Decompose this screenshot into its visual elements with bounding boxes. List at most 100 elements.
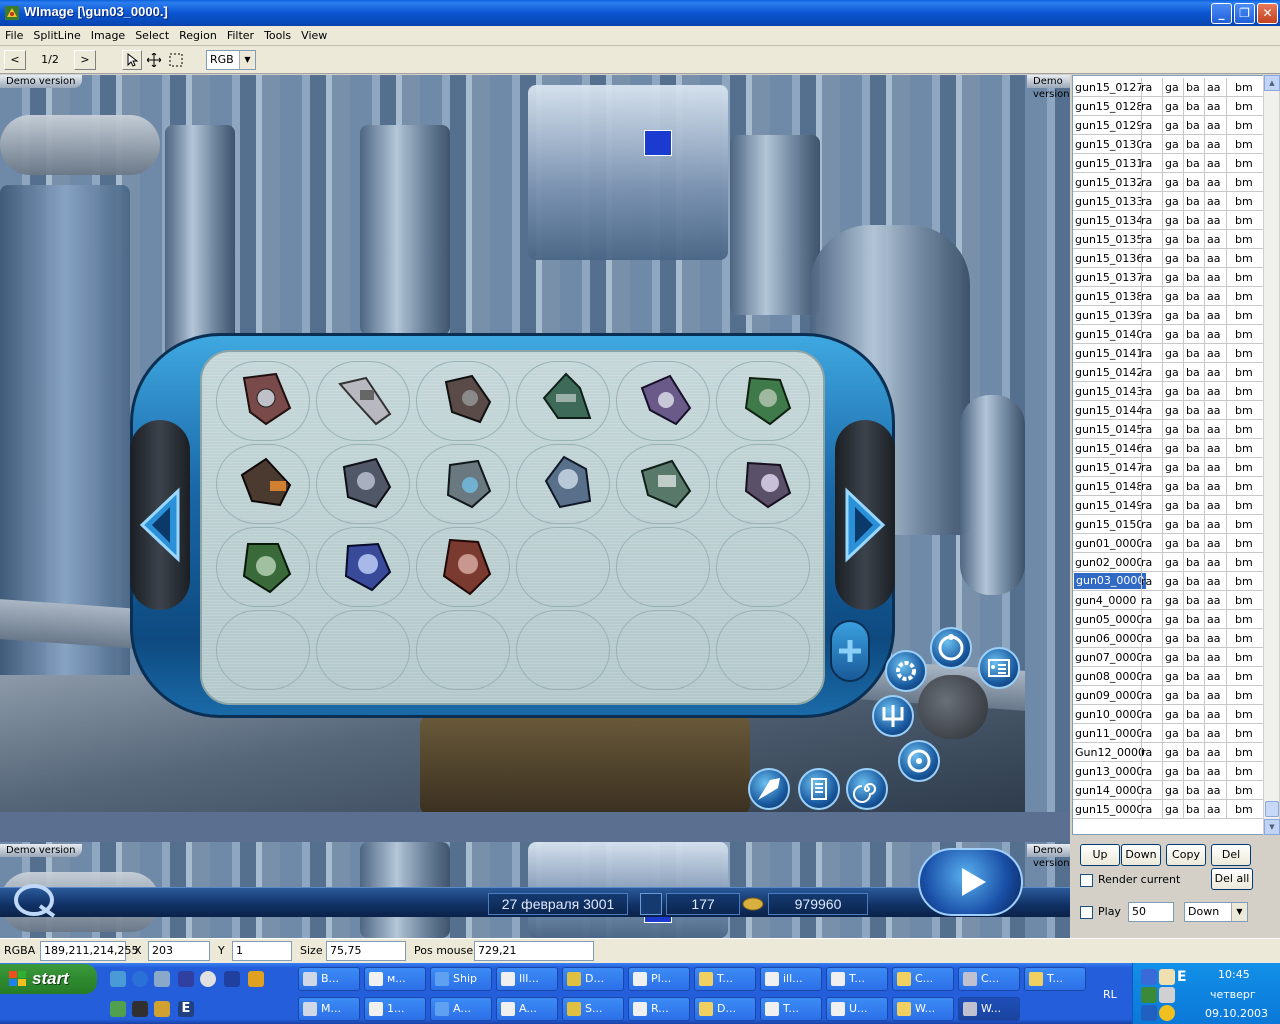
list-cell-ba[interactable]: ba: [1186, 480, 1200, 493]
list-cell-bm[interactable]: bm: [1235, 594, 1253, 607]
list-cell-aa[interactable]: aa: [1207, 670, 1220, 683]
list-cell-ra[interactable]: ra: [1141, 518, 1152, 531]
list-cell-bm[interactable]: bm: [1235, 195, 1253, 208]
list-cell-ra[interactable]: ra: [1141, 119, 1152, 132]
tray-icon[interactable]: [1159, 987, 1175, 1003]
taskbar-button[interactable]: W...: [958, 997, 1020, 1021]
weapon-slot-empty[interactable]: [316, 610, 410, 690]
list-item[interactable]: gun15_0138 ra ga ba aa bm: [1073, 287, 1263, 306]
list-cell-bm[interactable]: bm: [1235, 651, 1253, 664]
list-cell-ga[interactable]: ga: [1165, 803, 1179, 816]
list-cell-aa[interactable]: aa: [1207, 328, 1220, 341]
tray-icon[interactable]: [1159, 1005, 1175, 1021]
weapon-slot[interactable]: [516, 444, 610, 524]
list-cell-bm[interactable]: bm: [1235, 423, 1253, 436]
list-cell-ga[interactable]: ga: [1165, 746, 1179, 759]
list-cell-ba[interactable]: ba: [1186, 765, 1200, 778]
list-cell-ba[interactable]: ba: [1186, 632, 1200, 645]
list-cell-ra[interactable]: ra: [1141, 556, 1152, 569]
start-button[interactable]: start: [0, 964, 97, 994]
list-item[interactable]: gun15_0128 ra ga ba aa bm: [1073, 97, 1263, 116]
list-cell-ga[interactable]: ga: [1165, 328, 1179, 341]
list-cell-ra[interactable]: ra: [1141, 404, 1152, 417]
list-cell-bm[interactable]: bm: [1235, 442, 1253, 455]
weapon-slot-empty[interactable]: [516, 527, 610, 607]
list-cell-ba[interactable]: ba: [1186, 157, 1200, 170]
list-cell-bm[interactable]: bm: [1235, 461, 1253, 474]
weapon-slot[interactable]: [416, 444, 510, 524]
taskbar-button[interactable]: Ship: [430, 967, 492, 991]
copy-button[interactable]: Copy: [1166, 844, 1206, 866]
weapon-slot[interactable]: [216, 361, 310, 441]
quicklaunch-icon[interactable]: [200, 971, 216, 987]
word-icon[interactable]: [224, 971, 240, 987]
list-cell-ra[interactable]: ra: [1141, 499, 1152, 512]
list-cell-aa[interactable]: aa: [1207, 708, 1220, 721]
list-cell-bm[interactable]: bm: [1235, 632, 1253, 645]
taskbar-button[interactable]: T...: [826, 967, 888, 991]
list-cell-aa[interactable]: aa: [1207, 366, 1220, 379]
scroll-up-icon[interactable]: ▲: [1264, 75, 1280, 91]
list-cell-ba[interactable]: ba: [1186, 651, 1200, 664]
taskbar-button[interactable]: Pl...: [628, 967, 690, 991]
list-item[interactable]: gun15_0131 ra ga ba aa bm: [1073, 154, 1263, 173]
list-cell-aa[interactable]: aa: [1207, 119, 1220, 132]
taskbar-button[interactable]: 1...: [364, 997, 426, 1021]
list-cell-ba[interactable]: ba: [1186, 100, 1200, 113]
list-cell-ga[interactable]: ga: [1165, 81, 1179, 94]
taskbar-button[interactable]: ill...: [760, 967, 822, 991]
list-cell-ba[interactable]: ba: [1186, 271, 1200, 284]
list-cell-ra[interactable]: ra: [1141, 594, 1152, 607]
list-cell-ra[interactable]: ra: [1141, 632, 1152, 645]
list-cell-ra[interactable]: ra: [1141, 803, 1152, 816]
list-cell-ra[interactable]: ra: [1141, 575, 1152, 588]
list-cell-ga[interactable]: ga: [1165, 651, 1179, 664]
list-cell-aa[interactable]: aa: [1207, 480, 1220, 493]
play-checkbox[interactable]: [1080, 906, 1093, 919]
weapon-slot-empty[interactable]: [616, 527, 710, 607]
list-cell-ba[interactable]: ba: [1186, 290, 1200, 303]
list-cell-ra[interactable]: ra: [1141, 81, 1152, 94]
taskbar-button[interactable]: R...: [628, 997, 690, 1021]
arrow-left-icon[interactable]: [136, 485, 186, 565]
quicklaunch-icon[interactable]: [248, 971, 264, 987]
taskbar-button[interactable]: A...: [496, 997, 558, 1021]
list-cell-ba[interactable]: ba: [1186, 385, 1200, 398]
list-cell-aa[interactable]: aa: [1207, 252, 1220, 265]
quicklaunch-icon[interactable]: [154, 1001, 170, 1017]
list-cell-ga[interactable]: ga: [1165, 670, 1179, 683]
quicklaunch-icon[interactable]: [178, 971, 194, 987]
list-cell-bm[interactable]: bm: [1235, 214, 1253, 227]
list-cell-aa[interactable]: aa: [1207, 214, 1220, 227]
weapon-slot[interactable]: [216, 527, 310, 607]
list-cell-bm[interactable]: bm: [1235, 100, 1253, 113]
list-cell-ga[interactable]: ga: [1165, 575, 1179, 588]
list-cell-bm[interactable]: bm: [1235, 157, 1253, 170]
list-item[interactable]: gun15_0142 ra ga ba aa bm: [1073, 363, 1263, 382]
list-item[interactable]: gun15_0147 ra ga ba aa bm: [1073, 458, 1263, 477]
list-cell-ra[interactable]: ra: [1141, 537, 1152, 550]
move-tool-button[interactable]: [144, 50, 164, 70]
list-cell-ba[interactable]: ba: [1186, 689, 1200, 702]
taskbar-button[interactable]: D...: [694, 997, 756, 1021]
list-cell-bm[interactable]: bm: [1235, 727, 1253, 740]
list-cell-ra[interactable]: ra: [1141, 100, 1152, 113]
list-cell-ba[interactable]: ba: [1186, 138, 1200, 151]
list-cell-bm[interactable]: bm: [1235, 119, 1253, 132]
list-cell-ga[interactable]: ga: [1165, 594, 1179, 607]
list-item[interactable]: gun15_0143 ra ga ba aa bm: [1073, 382, 1263, 401]
list-cell-aa[interactable]: aa: [1207, 556, 1220, 569]
prev-page-button[interactable]: <: [4, 50, 26, 70]
list-cell-ga[interactable]: ga: [1165, 518, 1179, 531]
list-cell-ra[interactable]: ra: [1141, 271, 1152, 284]
quicklaunch-icon[interactable]: [154, 971, 170, 987]
list-cell-bm[interactable]: bm: [1235, 746, 1253, 759]
list-cell-bm[interactable]: bm: [1235, 290, 1253, 303]
list-cell-ra[interactable]: ra: [1141, 347, 1152, 360]
list-cell-bm[interactable]: bm: [1235, 271, 1253, 284]
list-cell-bm[interactable]: bm: [1235, 556, 1253, 569]
image-viewport[interactable]: Demo version Demo version Demo version D…: [0, 75, 1070, 938]
list-cell-ga[interactable]: ga: [1165, 537, 1179, 550]
list-item[interactable]: gun11_0000 ra ga ba aa bm: [1073, 724, 1263, 743]
color-mode-select[interactable]: RGB ▼: [206, 50, 256, 70]
